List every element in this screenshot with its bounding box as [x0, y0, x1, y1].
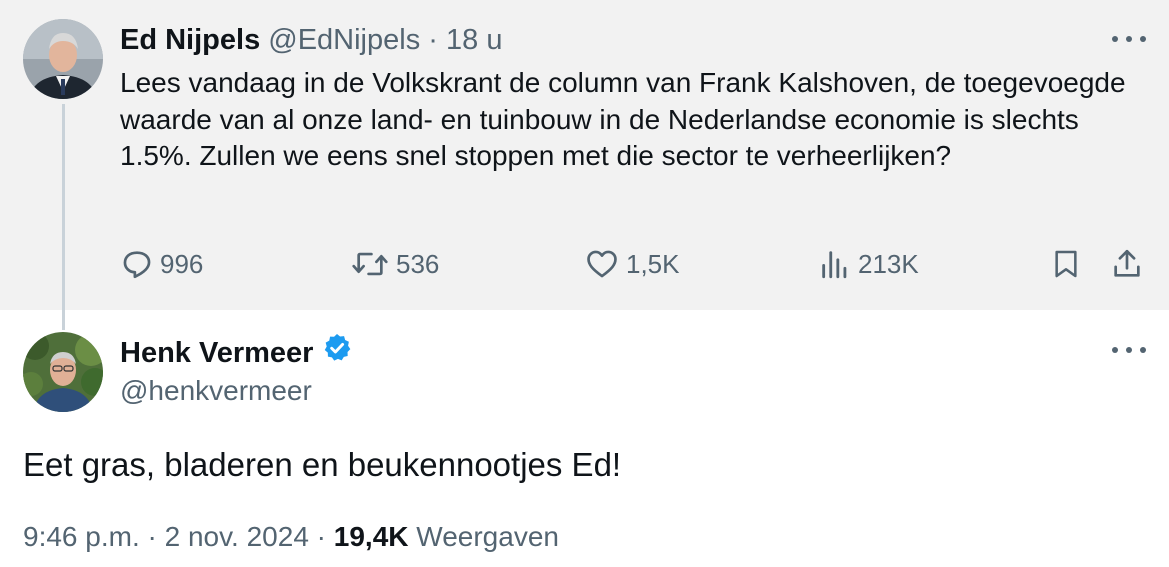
reply-time[interactable]: 9:46 p.m. — [23, 521, 140, 552]
tweet-time[interactable]: 18 u — [446, 24, 502, 56]
share-button[interactable] — [1110, 247, 1144, 281]
bookmark-icon — [1055, 250, 1077, 278]
retweet-icon — [352, 252, 388, 276]
like-count: 1,5K — [626, 248, 680, 279]
avatar-ed-nijpels[interactable] — [23, 19, 103, 99]
parent-tweet-text: Lees vandaag in de Volkskrant de column … — [120, 67, 1126, 171]
meta-separator: · — [316, 521, 326, 552]
reply-button[interactable]: 996 — [120, 247, 203, 281]
views-button[interactable]: 213K — [818, 247, 919, 281]
parent-tweet-header: Ed Nijpels @EdNijpels · 18 u — [120, 22, 502, 58]
reply-views-label[interactable]: Weergaven — [416, 521, 559, 552]
reply-tweet-meta: 9:46 p.m. · 2 nov. 2024 · 19,4K Weergave… — [23, 519, 559, 555]
reply-views-count[interactable]: 19,4K — [334, 521, 409, 552]
reply-count: 996 — [160, 248, 204, 279]
meta-separator: · — [147, 521, 157, 552]
thread-connector-line — [62, 104, 65, 330]
bookmark-button[interactable] — [1050, 247, 1082, 281]
header-separator: · — [428, 24, 438, 56]
reply-icon — [123, 251, 151, 279]
reply-author-handle[interactable]: @henkvermeer — [120, 373, 312, 409]
reply-date[interactable]: 2 nov. 2024 — [165, 521, 309, 552]
verified-badge-icon[interactable] — [321, 332, 353, 373]
author-handle[interactable]: @EdNijpels — [268, 24, 420, 56]
retweet-button[interactable]: 536 — [350, 247, 439, 281]
heart-icon — [587, 250, 617, 278]
like-button[interactable]: 1,5K — [584, 247, 680, 281]
more-icon[interactable] — [1112, 345, 1146, 355]
author-name[interactable]: Ed Nijpels — [120, 24, 260, 56]
reply-author-name-row: Henk Vermeer — [120, 332, 353, 373]
views-icon — [822, 251, 847, 279]
share-icon — [1114, 249, 1140, 277]
reply-author-name[interactable]: Henk Vermeer — [120, 335, 313, 371]
views-count: 213K — [858, 248, 919, 279]
tweet-actions-bar: 996 536 1,5K 213K — [0, 247, 1169, 285]
reply-tweet-text: Eet gras, bladeren en beukennootjes Ed! — [23, 446, 622, 483]
more-icon[interactable] — [1112, 34, 1146, 44]
retweet-count: 536 — [396, 248, 440, 279]
avatar-henk-vermeer[interactable] — [23, 332, 103, 412]
